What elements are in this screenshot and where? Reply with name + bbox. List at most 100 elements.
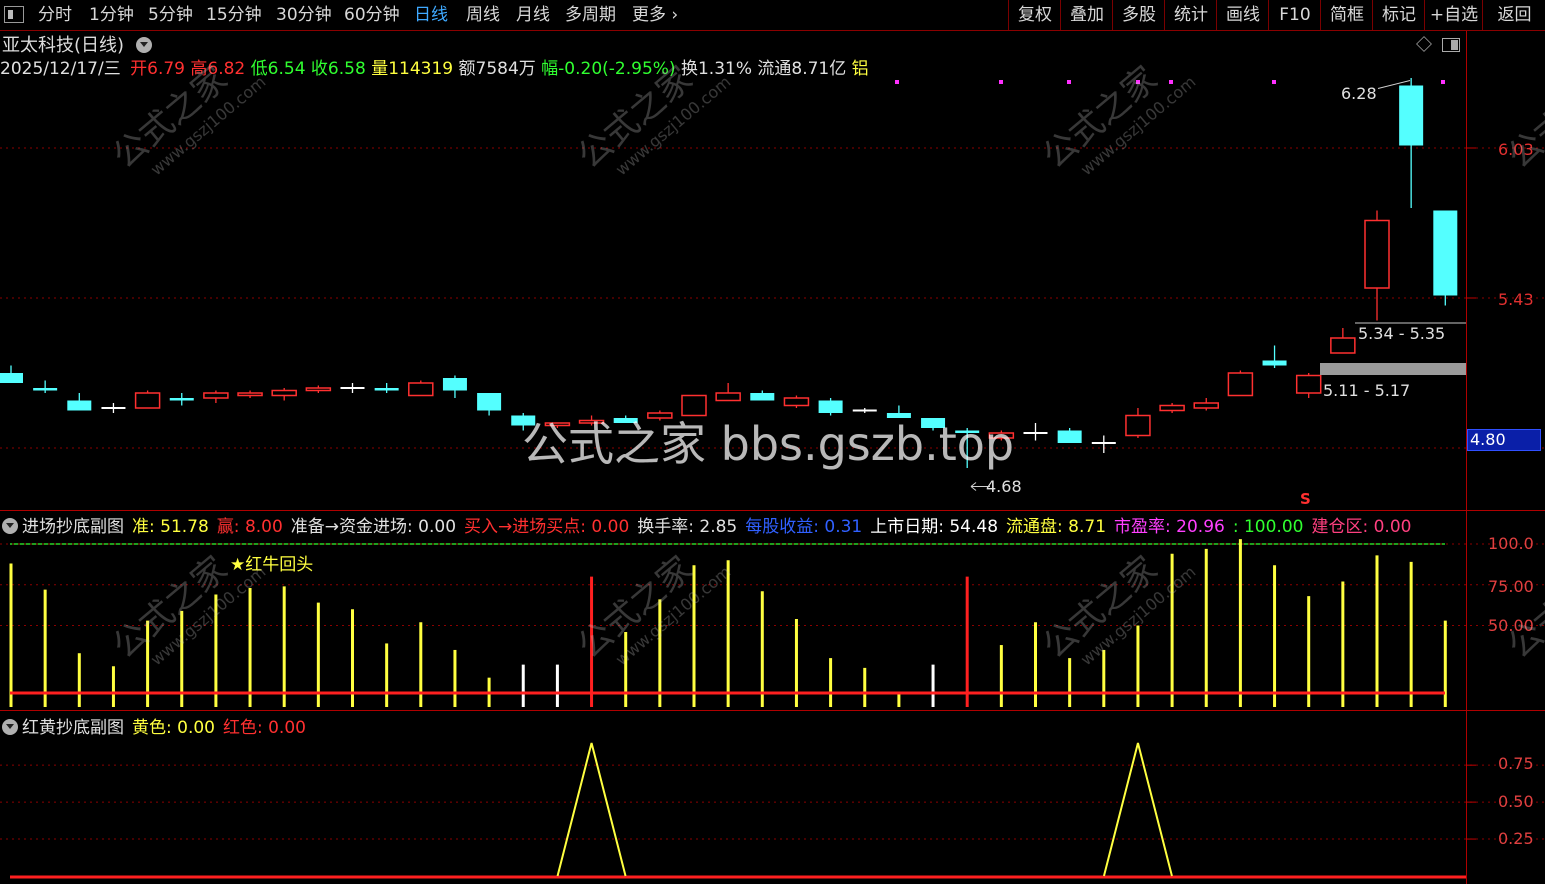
signal-dot-5	[1272, 80, 1276, 84]
sector-tag[interactable]: 铝	[852, 59, 869, 79]
signal-dot-3	[1136, 80, 1140, 84]
period-toolbar: 分时 1分钟 5分钟 15分钟 30分钟 60分钟 日线 周线 月线 多周期 更多 › 复权 叠加 多股…	[0, 0, 1545, 31]
candle-21[interactable]	[715, 383, 741, 402]
ind2-y-tick-3: 0.25	[1498, 829, 1534, 848]
function-button-4[interactable]: 画线	[1216, 0, 1269, 30]
candle-5[interactable]	[169, 393, 194, 406]
stock-name[interactable]: 亚太科技(日线)	[2, 35, 124, 56]
function-button-7[interactable]: 标记	[1372, 0, 1425, 30]
low-price-label: 4.68	[986, 477, 1022, 496]
candle-42[interactable]	[1433, 210, 1458, 306]
candle-24[interactable]	[818, 398, 843, 416]
function-button-2[interactable]: 多股	[1112, 0, 1165, 30]
change-value: -0.20(-2.95%)	[558, 59, 676, 79]
period-button-0[interactable]: 分时	[38, 0, 72, 30]
candle-27[interactable]	[921, 418, 946, 431]
high-label: 高	[190, 59, 208, 79]
candle-32[interactable]	[1091, 435, 1116, 454]
function-button-3[interactable]: 统计	[1164, 0, 1217, 30]
function-button-0[interactable]: 复权	[1008, 0, 1061, 30]
candle-19[interactable]	[647, 410, 673, 421]
function-button-1[interactable]: 叠加	[1060, 0, 1113, 30]
candle-6[interactable]	[203, 390, 229, 404]
ind1-chart[interactable]	[0, 511, 1545, 711]
function-button-6[interactable]: 简框	[1320, 0, 1373, 30]
period-button-2[interactable]: 5分钟	[148, 0, 193, 30]
candle-12[interactable]	[408, 380, 434, 397]
candle-10[interactable]	[340, 383, 365, 393]
period-button-7[interactable]: 周线	[466, 0, 500, 30]
candle-25[interactable]	[852, 408, 877, 413]
candle-31[interactable]	[1057, 428, 1082, 443]
candle-7[interactable]	[237, 390, 263, 399]
candle-23[interactable]	[783, 395, 810, 409]
candle-3[interactable]	[101, 403, 126, 413]
ind1-note: ★红牛回头	[230, 555, 314, 575]
signal-dot-2	[1067, 80, 1071, 84]
dropdown-icon[interactable]	[135, 37, 152, 53]
candle-17[interactable]	[578, 415, 605, 426]
open-label: 开	[130, 59, 148, 79]
candle-26[interactable]	[886, 405, 911, 419]
candle-20[interactable]	[681, 394, 707, 417]
high-price-label: 6.28	[1341, 84, 1377, 103]
candle-40[interactable]	[1364, 210, 1390, 321]
candle-15[interactable]	[511, 413, 536, 431]
window-icon[interactable]	[1442, 38, 1460, 52]
float-value: 8.71亿	[791, 59, 847, 79]
zone-upper-label: 5.34 - 5.35	[1358, 324, 1446, 343]
period-button-3[interactable]: 15分钟	[206, 0, 262, 30]
panel-toggle-icon[interactable]	[4, 6, 24, 23]
candle-29[interactable]	[988, 430, 1015, 441]
candle-14[interactable]	[477, 393, 502, 416]
y-tick-2: 5.43	[1498, 290, 1534, 309]
candle-16[interactable]	[544, 422, 571, 428]
turnover-value: 1.31%	[697, 59, 752, 79]
period-button-10[interactable]: 更多 ›	[632, 0, 678, 30]
period-button-8[interactable]: 月线	[516, 0, 550, 30]
candle-30[interactable]	[1023, 423, 1048, 441]
low-value: 6.54	[267, 59, 306, 79]
period-button-1[interactable]: 1分钟	[89, 0, 134, 30]
sell-signal-mark: S	[1300, 490, 1311, 508]
candle-2[interactable]	[67, 393, 92, 411]
candle-11[interactable]	[374, 383, 399, 393]
candle-1[interactable]	[33, 380, 58, 394]
candle-13[interactable]	[442, 375, 467, 399]
amount-label: 额	[458, 59, 476, 79]
period-button-6[interactable]: 日线	[414, 0, 448, 30]
candle-8[interactable]	[271, 388, 297, 401]
signal-dot-6	[1441, 80, 1445, 84]
period-button-9[interactable]: 多周期	[565, 0, 616, 30]
candle-38[interactable]	[1295, 373, 1322, 398]
candle-9[interactable]	[305, 385, 332, 394]
candlestick-chart[interactable]	[0, 78, 1545, 508]
candle-39[interactable]	[1330, 328, 1356, 354]
candle-22[interactable]	[750, 390, 775, 401]
candle-41[interactable]	[1399, 78, 1424, 208]
quote-info-row: 2025/12/17/三 开6.79 高6.82 低6.54 收6.58 量11…	[0, 54, 869, 79]
ind1-y-tick-2: 75.00	[1488, 577, 1534, 596]
candle-34[interactable]	[1159, 403, 1185, 413]
period-button-4[interactable]: 30分钟	[276, 0, 332, 30]
ind2-chart[interactable]	[0, 711, 1545, 884]
open-value: 6.79	[147, 59, 185, 79]
y-tick-1: 6.03	[1498, 140, 1534, 159]
candle-33[interactable]	[1125, 408, 1151, 438]
period-button-5[interactable]: 60分钟	[344, 0, 400, 30]
ind2-peak-0	[556, 742, 627, 877]
candle-35[interactable]	[1193, 398, 1219, 411]
candle-37[interactable]	[1262, 345, 1287, 369]
function-button-5[interactable]: F10	[1268, 0, 1321, 30]
ind1-y-tick-3: 50.00	[1488, 616, 1534, 635]
candle-4[interactable]	[134, 390, 161, 409]
date: 2025/12/17/三	[0, 59, 121, 79]
candle-18[interactable]	[613, 415, 638, 424]
candle-36[interactable]	[1227, 370, 1254, 397]
candle-0[interactable]	[0, 365, 23, 384]
diamond-icon[interactable]	[1416, 36, 1432, 52]
function-button-9[interactable]: 返回	[1482, 0, 1545, 30]
function-button-8[interactable]: +自选	[1424, 0, 1483, 30]
turnover-label: 换	[680, 59, 698, 79]
candle-28[interactable]	[955, 428, 980, 468]
